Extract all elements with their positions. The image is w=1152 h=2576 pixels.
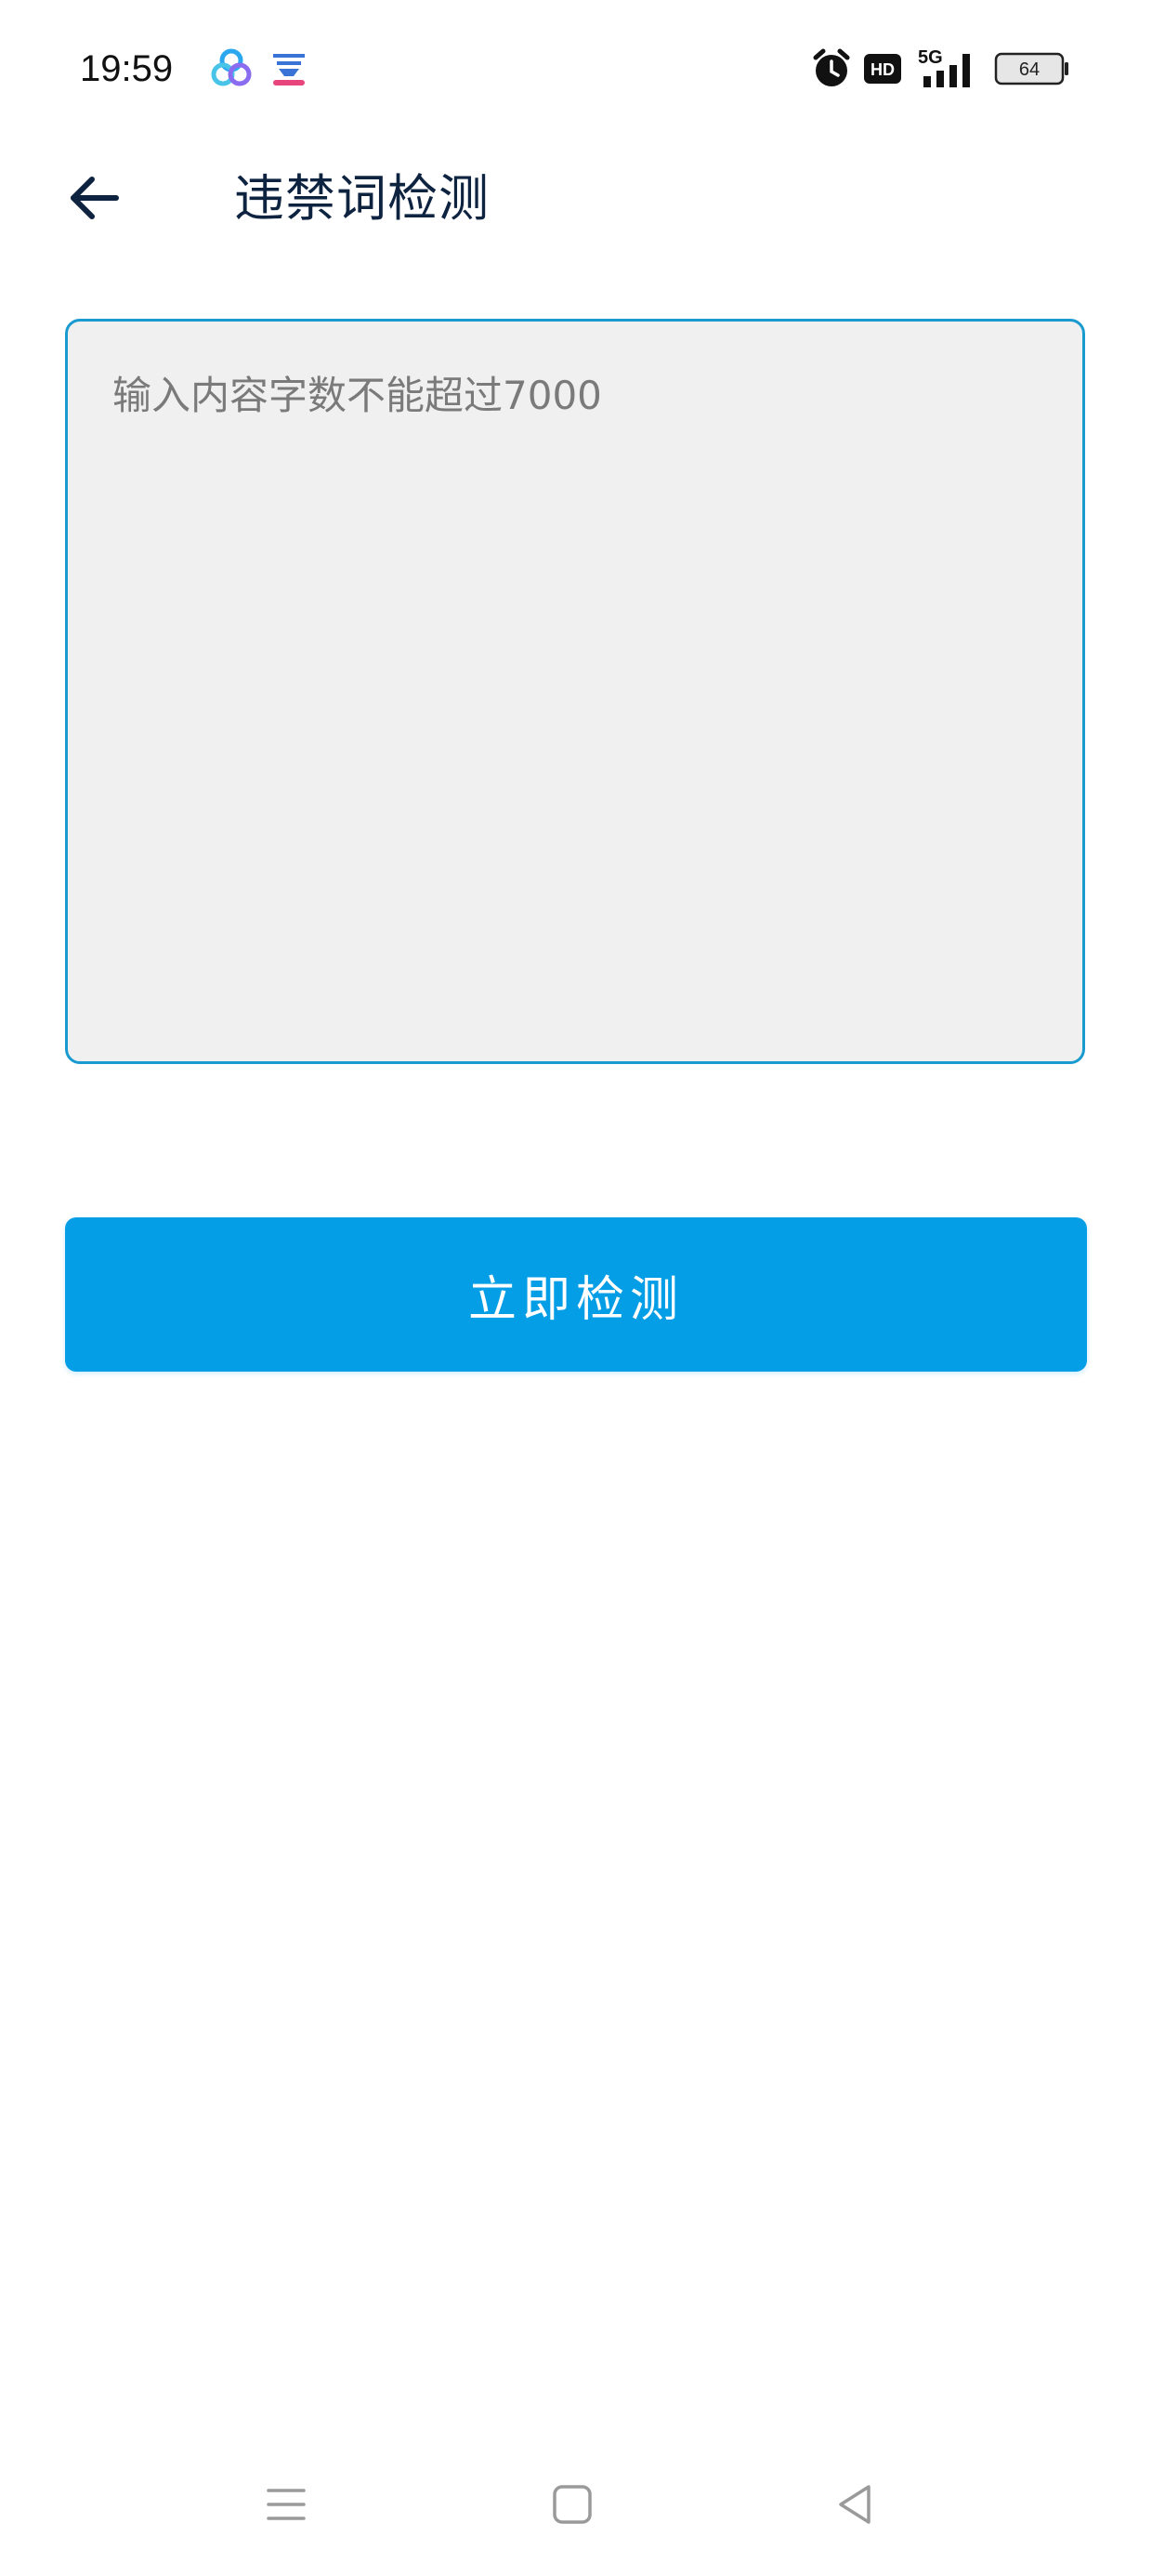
detect-now-label: 立即检测 — [467, 1271, 684, 1328]
battery-icon: 64 — [994, 45, 1070, 93]
battery-level: 64 — [1019, 59, 1040, 80]
page-title: 违禁词检测 — [234, 169, 490, 228]
nav-menu-button[interactable] — [249, 2472, 323, 2537]
nav-back-button[interactable] — [818, 2472, 892, 2537]
status-bar: 19:59 HD 5G 64 — [0, 0, 1152, 139]
content-input[interactable] — [68, 322, 1082, 1061]
arrow-left-icon — [71, 177, 119, 219]
home-icon — [553, 2485, 592, 2524]
nav-home-button[interactable] — [535, 2472, 609, 2537]
hd-label: HD — [871, 60, 895, 79]
signal-5g-icon: 5G — [914, 45, 979, 93]
back-button[interactable] — [52, 156, 136, 240]
app-header: 违禁词检测 — [0, 139, 1152, 260]
content-input-box — [65, 319, 1085, 1064]
alarm-icon — [808, 45, 855, 93]
cloud-app-icon — [210, 46, 253, 89]
network-type: 5G — [918, 47, 943, 68]
menu-icon — [267, 2489, 306, 2520]
status-time: 19:59 — [80, 48, 174, 89]
back-icon — [839, 2485, 871, 2524]
system-nav-bar — [0, 2453, 1152, 2556]
yun-app-icon — [268, 46, 310, 89]
hd-icon: HD — [862, 45, 903, 93]
detect-now-button[interactable]: 立即检测 — [65, 1217, 1087, 1372]
